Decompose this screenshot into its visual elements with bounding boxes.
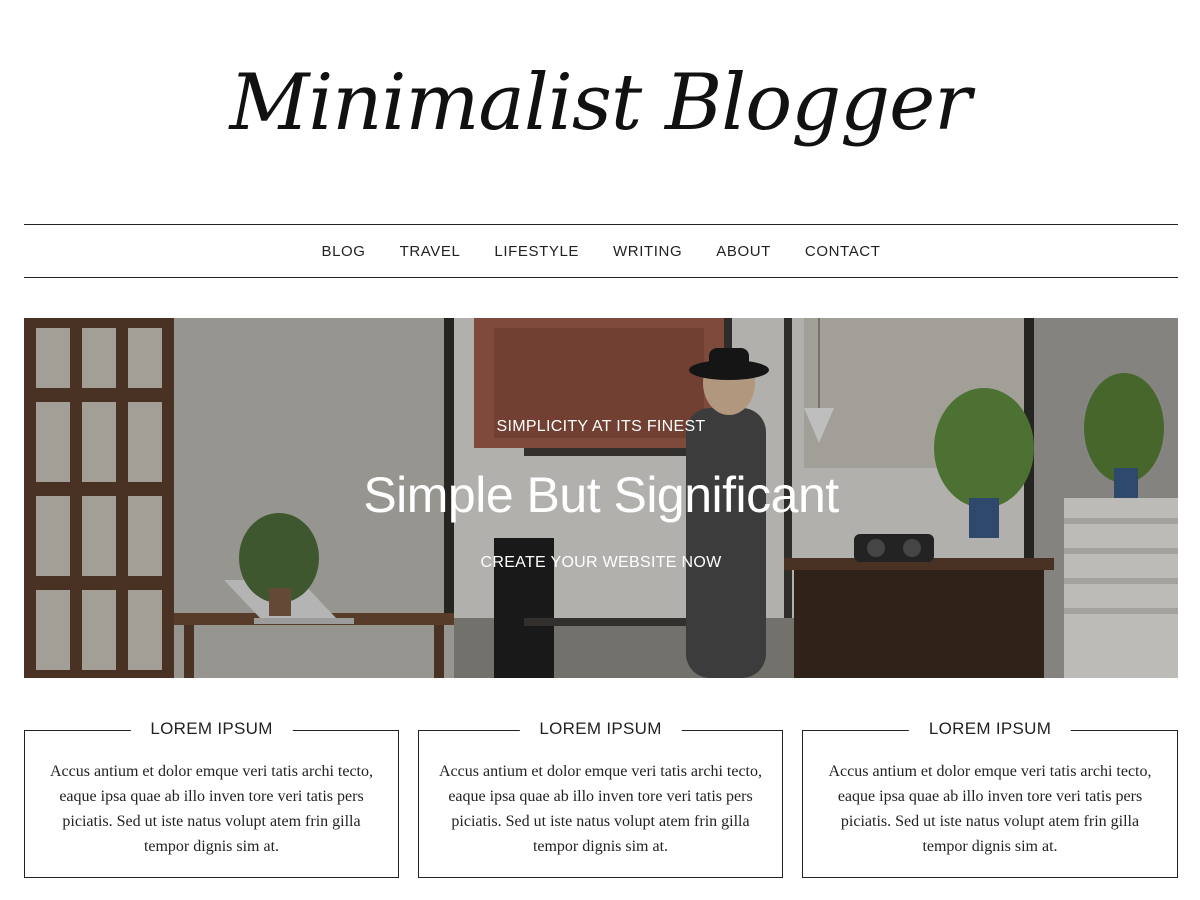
feature-text: Accus antium et dolor emque veri tatis a… [439, 763, 762, 855]
hero-banner: SIMPLICITY AT ITS FINEST Simple But Sign… [24, 318, 1178, 678]
hero-title: Simple But Significant [363, 467, 839, 523]
feature-box: LOREM IPSUM Accus antium et dolor emque … [802, 719, 1178, 878]
hero-kicker: SIMPLICITY AT ITS FINEST [496, 418, 706, 435]
nav-item-contact[interactable]: CONTACT [805, 243, 881, 260]
nav-item-travel[interactable]: TRAVEL [400, 243, 461, 260]
nav-item-writing[interactable]: WRITING [613, 243, 682, 260]
nav-item-blog[interactable]: BLOG [321, 243, 365, 260]
feature-title: LOREM IPSUM [519, 719, 682, 739]
feature-text: Accus antium et dolor emque veri tatis a… [50, 763, 373, 855]
nav-item-lifestyle[interactable]: LIFESTYLE [494, 243, 579, 260]
hero-cta-link[interactable]: CREATE YOUR WEBSITE NOW [24, 554, 1178, 572]
feature-title: LOREM IPSUM [908, 719, 1072, 739]
feature-title: LOREM IPSUM [130, 719, 293, 739]
page: Minimalist Blogger BLOG TRAVEL LIFESTYLE… [0, 0, 1200, 900]
feature-text: Accus antium et dolor emque veri tatis a… [828, 763, 1152, 855]
site-logo[interactable]: Minimalist Blogger [0, 48, 1200, 158]
main-navigation: BLOG TRAVEL LIFESTYLE WRITING ABOUT CONT… [24, 224, 1178, 278]
feature-box: LOREM IPSUM Accus antium et dolor emque … [24, 719, 399, 878]
nav-item-about[interactable]: ABOUT [716, 243, 771, 260]
feature-box: LOREM IPSUM Accus antium et dolor emque … [418, 719, 783, 878]
